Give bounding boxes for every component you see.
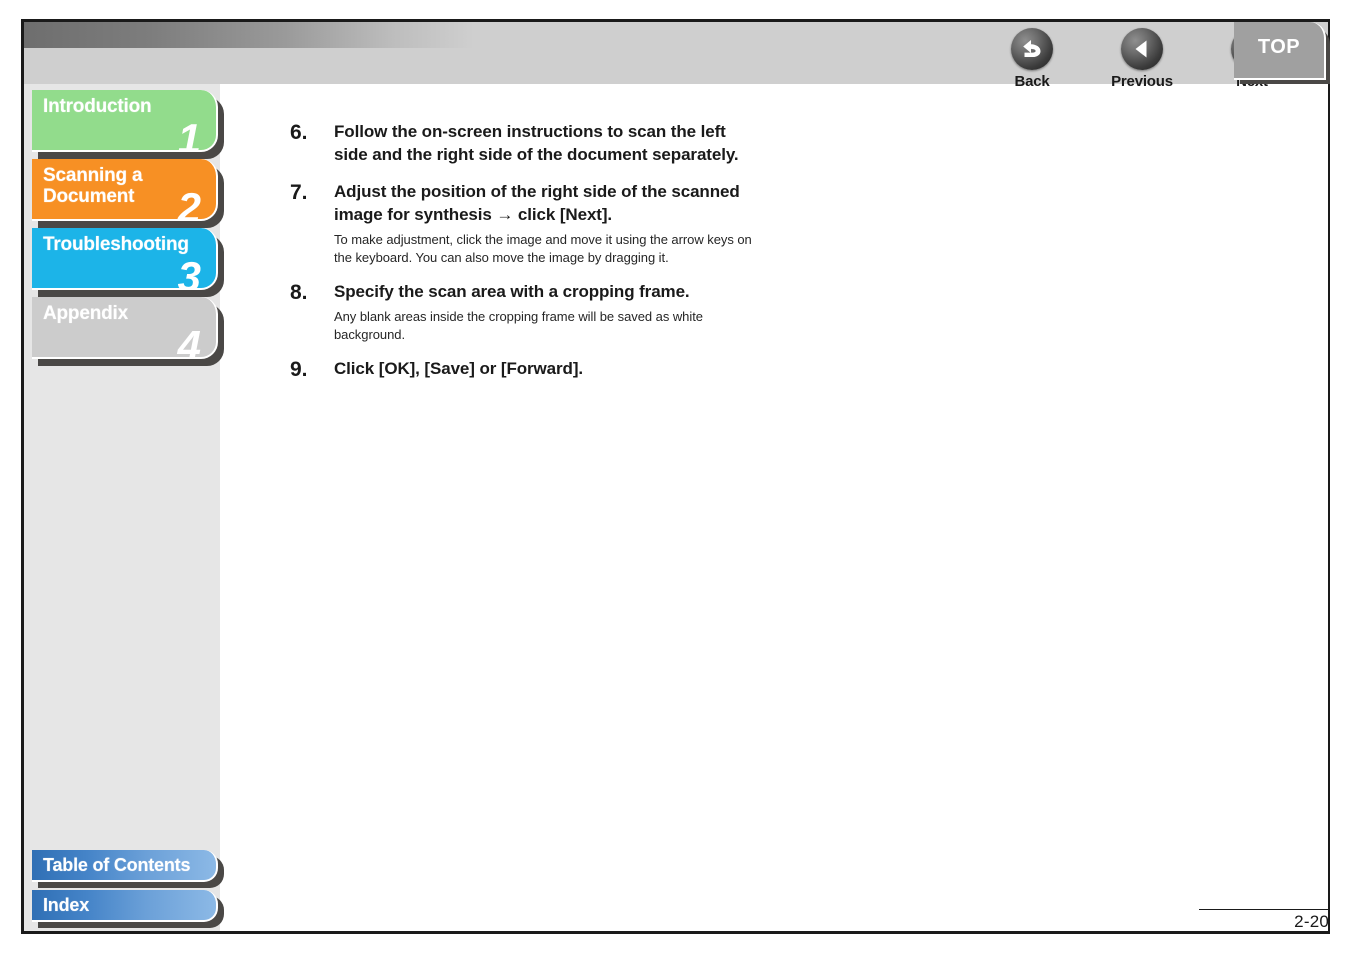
sidebar-item-label: Troubleshooting <box>43 234 189 255</box>
sidebar-item-number: 1 <box>177 115 201 152</box>
main-content: 6. Follow the on-screen instructions to … <box>290 120 1090 396</box>
sidebar-item-label: Appendix <box>43 303 128 324</box>
step-number: 9. <box>290 358 308 381</box>
previous-button-label: Previous <box>1111 73 1173 90</box>
sidebar-item-label: Index <box>43 894 90 915</box>
sidebar: Introduction 1 Scanning a Document 2 Tro… <box>24 84 224 931</box>
step-title: Click [OK], [Save] or [Forward]. <box>334 359 584 378</box>
step-number: 8. <box>290 281 308 304</box>
step-item: 6. Follow the on-screen instructions to … <box>290 120 1090 166</box>
step-description: Any blank areas inside the cropping fram… <box>334 309 703 342</box>
step-item: 7. Adjust the position of the right side… <box>290 180 1090 266</box>
sidebar-item-appendix[interactable]: Appendix 4 <box>32 297 224 366</box>
chapter-tab-body: Introduction 1 <box>32 90 218 152</box>
step-item: 8. Specify the scan area with a cropping… <box>290 280 1090 343</box>
header-gradient-strip <box>24 22 474 48</box>
chapter-tab-body: Troubleshooting 3 <box>32 228 218 290</box>
back-button[interactable]: Back <box>990 28 1074 90</box>
step-title: Specify the scan area with a cropping fr… <box>334 282 690 301</box>
left-triangle-icon <box>1121 28 1163 70</box>
step-body: Adjust the position of the right side of… <box>334 180 1090 266</box>
sidebar-item-scanning-a-document[interactable]: Scanning a Document 2 <box>32 159 224 228</box>
sidebar-item-label: Scanning a Document <box>43 165 143 207</box>
sidebar-item-label: Introduction <box>43 96 152 117</box>
sidebar-item-label: Table of Contents <box>43 854 191 875</box>
sidebar-item-number: 2 <box>177 184 201 221</box>
top-tab-body: TOP <box>1234 22 1326 80</box>
page-number: 2-20 <box>1294 912 1329 931</box>
chapter-tab-body: Scanning a Document 2 <box>32 159 218 221</box>
step-number: 6. <box>290 121 308 144</box>
bottom-tab-body: Index <box>32 890 218 922</box>
page-number-rule <box>1199 909 1329 910</box>
step-item: 9. Click [OK], [Save] or [Forward]. <box>290 357 1090 382</box>
sidebar-item-number: 3 <box>177 253 201 290</box>
sidebar-item-index[interactable]: Index <box>32 890 224 928</box>
step-number: 7. <box>290 181 308 204</box>
step-title: Follow the on-screen instructions to sca… <box>334 122 739 164</box>
step-description: To make adjustment, click the image and … <box>334 232 752 265</box>
chapter-tab-body: Appendix 4 <box>32 297 218 359</box>
step-body: Specify the scan area with a cropping fr… <box>334 280 1090 343</box>
top-tab-button[interactable]: TOP <box>1234 22 1330 84</box>
step-body: Follow the on-screen instructions to sca… <box>334 120 1090 166</box>
sidebar-item-introduction[interactable]: Introduction 1 <box>32 90 224 159</box>
sidebar-item-table-of-contents[interactable]: Table of Contents <box>32 850 224 888</box>
step-title: Adjust the position of the right side of… <box>334 182 740 224</box>
bottom-tab-body: Table of Contents <box>32 850 218 882</box>
back-button-label: Back <box>1014 73 1050 90</box>
step-body: Click [OK], [Save] or [Forward]. <box>334 357 1090 382</box>
sidebar-item-troubleshooting[interactable]: Troubleshooting 3 <box>32 228 224 297</box>
back-arrow-icon <box>1011 28 1053 70</box>
top-tab-label: TOP <box>1257 35 1301 58</box>
sidebar-item-number: 4 <box>177 322 201 359</box>
page-number-area: 2-20 <box>1199 909 1329 932</box>
previous-button[interactable]: Previous <box>1100 28 1184 90</box>
